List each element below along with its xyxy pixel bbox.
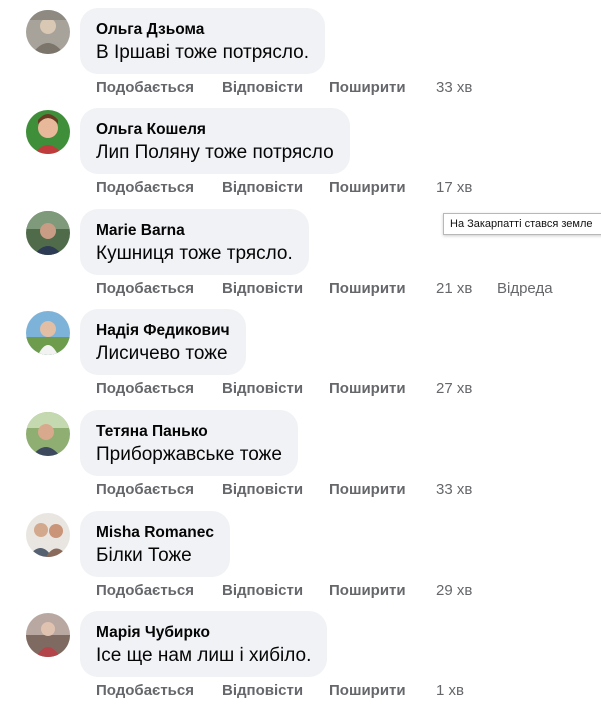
share-button[interactable]: Поширити xyxy=(329,680,406,702)
reply-button[interactable]: Відповісти xyxy=(222,680,303,702)
comment-bubble: Marie Barna Кушниця тоже трясло. xyxy=(80,209,309,275)
reply-button[interactable]: Відповісти xyxy=(222,479,303,501)
reply-button[interactable]: Відповісти xyxy=(222,580,303,602)
like-button[interactable]: Подобається xyxy=(96,680,194,702)
comment-text: Лип Поляну тоже потрясло xyxy=(96,142,334,163)
timestamp-tooltip: На Закарпатті стався земле xyxy=(443,213,601,235)
comment-timestamp[interactable]: 21 хв xyxy=(436,278,472,300)
share-button[interactable]: Поширити xyxy=(329,378,406,400)
comment-timestamp[interactable]: 27 хв xyxy=(436,378,472,400)
comment-timestamp[interactable]: 33 хв xyxy=(436,479,472,501)
comment-timestamp[interactable]: 29 хв xyxy=(436,580,472,602)
comment-author[interactable]: Misha Romanec xyxy=(96,523,214,543)
avatar[interactable] xyxy=(26,110,70,154)
comment-bubble: Ольга Кошеля Лип Поляну тоже потрясло xyxy=(80,108,350,174)
comment-item: Ольга Кошеля Лип Поляну тоже потрясло По… xyxy=(0,102,601,202)
like-button[interactable]: Подобається xyxy=(96,278,194,300)
avatar[interactable] xyxy=(26,613,70,657)
comment-bubble: Надія Федикович Лисичево тоже xyxy=(80,309,246,375)
like-button[interactable]: Подобається xyxy=(96,177,194,199)
share-button[interactable]: Поширити xyxy=(329,580,406,602)
comment-text: В Іршаві тоже потрясло. xyxy=(96,42,310,63)
comment-bubble: Тетяна Панько Приборжавське тоже xyxy=(80,410,298,476)
reply-button[interactable]: Відповісти xyxy=(222,177,303,199)
comment-bubble: Марія Чубирко Ісе ще нам лиш і хибіло. xyxy=(80,611,328,677)
avatar[interactable] xyxy=(26,311,70,355)
comment-item: Misha Romanec Білки Тоже Подобається Від… xyxy=(0,505,601,605)
like-button[interactable]: Подобається xyxy=(96,580,194,602)
comment-author[interactable]: Marie Barna xyxy=(96,221,293,241)
comment-bubble: Misha Romanec Білки Тоже xyxy=(80,511,231,577)
comment-text: Приборжавське тоже xyxy=(96,444,282,465)
avatar[interactable] xyxy=(26,412,70,456)
comment-text: Лисичево тоже xyxy=(96,343,228,364)
share-button[interactable]: Поширити xyxy=(329,77,406,99)
avatar[interactable] xyxy=(26,513,70,557)
comment-author[interactable]: Тетяна Панько xyxy=(96,422,282,442)
comment-item: Надія Федикович Лисичево тоже Подобаєтьс… xyxy=(0,303,601,403)
comment-timestamp[interactable]: 33 хв xyxy=(436,77,472,99)
reply-button[interactable]: Відповісти xyxy=(222,378,303,400)
like-button[interactable]: Подобається xyxy=(96,378,194,400)
like-button[interactable]: Подобається xyxy=(96,479,194,501)
comment-timestamp[interactable]: 17 хв xyxy=(436,177,472,199)
comment-item: Марія Чубирко Ісе ще нам лиш і хибіло. П… xyxy=(0,605,601,705)
avatar[interactable] xyxy=(26,211,70,255)
comment-text: Ісе ще нам лиш і хибіло. xyxy=(96,645,312,666)
reply-button[interactable]: Відповісти xyxy=(222,278,303,300)
comment-text: Кушниця тоже трясло. xyxy=(96,243,293,264)
comment-author[interactable]: Ольга Дзьома xyxy=(96,20,309,40)
share-button[interactable]: Поширити xyxy=(329,479,406,501)
comment-author[interactable]: Ольга Кошеля xyxy=(96,120,334,140)
comment-item: Ольга Дзьома В Іршаві тоже потрясло. Под… xyxy=(0,2,601,102)
comment-text: Білки Тоже xyxy=(96,545,192,566)
comment-author[interactable]: Надія Федикович xyxy=(96,321,230,341)
avatar[interactable] xyxy=(26,10,70,54)
comment-timestamp[interactable]: 1 хв xyxy=(436,680,464,702)
comment-author[interactable]: Марія Чубирко xyxy=(96,623,311,643)
edited-label[interactable]: Відреда xyxy=(497,278,553,300)
reply-button[interactable]: Відповісти xyxy=(222,77,303,99)
like-button[interactable]: Подобається xyxy=(96,77,194,99)
comment-item: Тетяна Панько Приборжавське тоже Подобає… xyxy=(0,404,601,504)
comment-bubble: Ольга Дзьома В Іршаві тоже потрясло. xyxy=(80,8,326,74)
share-button[interactable]: Поширити xyxy=(329,177,406,199)
share-button[interactable]: Поширити xyxy=(329,278,406,300)
